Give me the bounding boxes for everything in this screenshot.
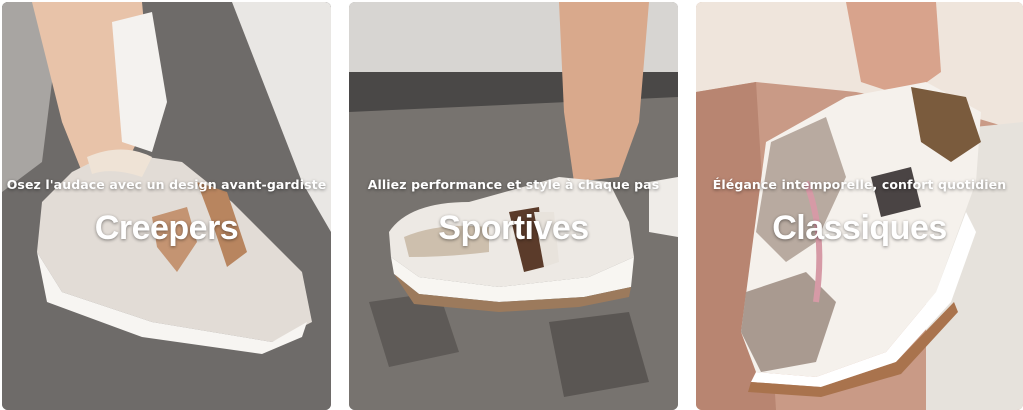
category-card-creepers[interactable]: Osez l'audace avec un design avant-gardi… bbox=[2, 2, 331, 410]
card-tagline: Alliez performance et style à chaque pas bbox=[367, 177, 660, 192]
card-tagline: Élégance intemporelle, confort quotidien bbox=[712, 177, 1007, 192]
category-grid: Osez l'audace avec un design avant-gardi… bbox=[0, 0, 1023, 410]
card-caption: Osez l'audace avec un design avant-gardi… bbox=[2, 178, 331, 248]
category-card-classiques[interactable]: Élégance intemporelle, confort quotidien… bbox=[696, 2, 1023, 410]
card-title: Sportives bbox=[438, 209, 589, 247]
category-card-sportives[interactable]: Alliez performance et style à chaque pas… bbox=[349, 2, 678, 410]
card-tagline: Osez l'audace avec un design avant-gardi… bbox=[6, 177, 327, 192]
card-title: Creepers bbox=[94, 209, 239, 247]
card-title: Classiques bbox=[772, 209, 947, 247]
card-caption: Élégance intemporelle, confort quotidien… bbox=[696, 178, 1023, 248]
card-caption: Alliez performance et style à chaque pas… bbox=[349, 178, 678, 248]
